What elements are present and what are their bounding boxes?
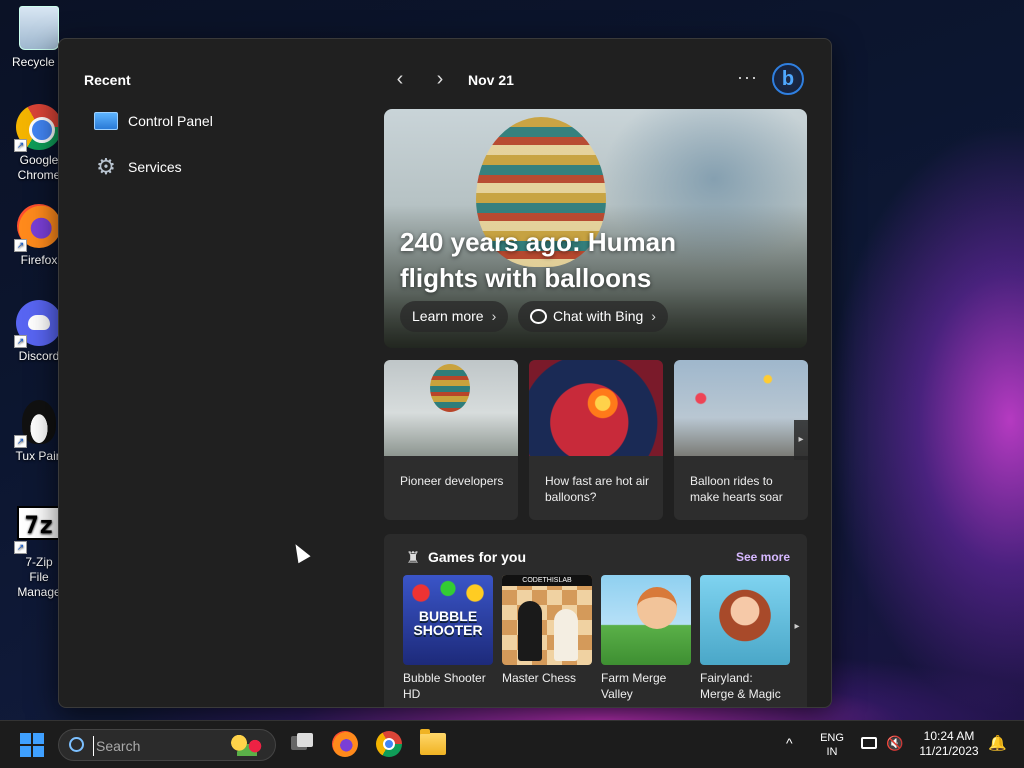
show-hidden-icons-button[interactable]: ^ — [786, 735, 793, 768]
game-tile-bubble-shooter[interactable]: BUBBLE SHOOTER Bubble Shooter HD — [403, 575, 493, 702]
search-icon — [69, 737, 84, 752]
prev-day-button[interactable]: ‹ — [388, 67, 412, 91]
recent-title: Recent — [84, 72, 131, 88]
taskbar: ^ ENG IN 🔇 10:24 AM 11/21/2023 🔔 — [0, 720, 1024, 768]
clock-time: 10:24 AM — [923, 729, 975, 743]
taskbar-chrome-icon[interactable] — [376, 731, 402, 757]
7zip-icon: 7z ↗ — [14, 506, 62, 554]
chevron-right-icon: › — [651, 308, 656, 324]
games-section: ♜ Games for you See more BUBBLE SHOOTER … — [384, 534, 807, 707]
learn-more-button[interactable]: Learn more › — [400, 301, 509, 332]
games-icon: ♜ — [406, 550, 421, 567]
chrome-icon: ↗ — [14, 104, 62, 152]
bell-glyph: 🔔 — [988, 735, 1007, 752]
windows-logo-icon — [20, 733, 31, 744]
gear-icon: ⚙ — [96, 154, 116, 179]
cards-next-button[interactable]: ▸ — [794, 420, 808, 460]
game-name: Bubble Shooter HD — [403, 671, 486, 701]
chevron-right-icon: › — [436, 68, 444, 90]
desktop-icon-label: 7-Zip File Manage — [17, 555, 61, 599]
chevron-right-icon: ▸ — [794, 621, 800, 632]
game-name: Master Chess — [502, 671, 577, 685]
chevron-right-icon: › — [491, 308, 497, 324]
games-next-button[interactable]: ▸ — [791, 612, 803, 642]
bing-icon: b — [781, 68, 795, 90]
game-tile-farm-merge-valley[interactable]: Farm Merge Valley — [601, 575, 691, 702]
volume-glyph: 🔇 — [886, 735, 904, 751]
chevron-left-icon: ‹ — [396, 68, 404, 90]
firefox-icon: ↗ — [14, 204, 62, 252]
search-input[interactable] — [93, 736, 223, 756]
card-caption: How fast are hot air balloons? — [545, 474, 650, 504]
discord-icon: ↗ — [14, 300, 62, 348]
network-icon[interactable] — [861, 737, 877, 749]
chevron-right-icon: ▸ — [798, 434, 804, 445]
taskbar-firefox-icon[interactable] — [332, 731, 358, 757]
search-highlight-icon — [227, 734, 267, 756]
task-view-button[interactable] — [289, 731, 315, 757]
tux-paint-icon: ↗ — [14, 400, 62, 448]
game-thumbnail-text: CODETHISLAB — [502, 575, 592, 586]
start-panel: Recent Control Panel ⚙ Services ‹ › Nov … — [58, 38, 832, 708]
game-thumbnail-text: BUBBLE SHOOTER — [413, 608, 483, 638]
card-image — [529, 360, 663, 456]
news-card[interactable]: How fast are hot air balloons? — [529, 360, 663, 520]
start-button[interactable] — [20, 733, 44, 757]
game-thumbnail: BUBBLE SHOOTER — [403, 575, 493, 665]
chat-icon — [530, 309, 547, 324]
card-caption: Balloon rides to make hearts soar — [690, 474, 783, 504]
recent-item-services[interactable]: ⚙ Services — [93, 153, 182, 181]
hero-card[interactable]: 240 years ago: Human flights with balloo… — [384, 109, 807, 348]
control-panel-icon — [93, 109, 119, 133]
language-code: ENG — [820, 732, 844, 744]
bing-button[interactable]: b — [772, 63, 804, 95]
game-name: Fairyland: Merge & Magic — [700, 671, 781, 701]
recycle-bin-icon — [16, 6, 62, 52]
date-label: Nov 21 — [468, 72, 514, 88]
more-options-button[interactable]: ··· — [737, 67, 758, 88]
game-thumbnail — [601, 575, 691, 665]
more-icon: ··· — [737, 67, 758, 87]
chevron-up-icon: ^ — [786, 735, 793, 751]
card-image — [384, 360, 518, 456]
clock[interactable]: 10:24 AM 11/21/2023 — [914, 729, 984, 768]
recent-item-label: Services — [128, 159, 182, 175]
game-tile-fairyland[interactable]: Fairyland: Merge & Magic — [700, 575, 790, 702]
see-more-link[interactable]: See more — [736, 550, 790, 564]
region-code: IN — [826, 746, 838, 758]
taskbar-file-explorer-icon[interactable] — [420, 729, 446, 755]
next-day-button[interactable]: › — [428, 67, 452, 91]
news-card[interactable]: Pioneer developers — [384, 360, 518, 520]
hero-title: 240 years ago: Human flights with balloo… — [400, 227, 677, 293]
game-name: Farm Merge Valley — [601, 671, 667, 701]
news-card[interactable]: ▸ Balloon rides to make hearts soar — [674, 360, 808, 520]
learn-more-label: Learn more — [412, 308, 484, 324]
recent-item-label: Control Panel — [128, 113, 213, 129]
card-caption: Pioneer developers — [400, 474, 504, 488]
notification-bell-icon[interactable]: 🔔 — [988, 734, 1007, 768]
recent-item-control-panel[interactable]: Control Panel — [93, 107, 213, 135]
game-tile-master-chess[interactable]: CODETHISLAB Master Chess — [502, 575, 592, 686]
game-thumbnail — [700, 575, 790, 665]
clock-date: 11/21/2023 — [919, 744, 979, 758]
taskbar-search[interactable] — [58, 729, 276, 761]
language-indicator[interactable]: ENG IN — [820, 731, 844, 768]
chat-with-bing-label: Chat with Bing — [553, 308, 644, 324]
card-image — [674, 360, 808, 456]
games-title: Games for you — [428, 549, 527, 565]
chat-with-bing-button[interactable]: Chat with Bing › — [518, 301, 668, 332]
game-thumbnail: CODETHISLAB — [502, 575, 592, 665]
volume-muted-icon[interactable]: 🔇 — [886, 735, 903, 768]
